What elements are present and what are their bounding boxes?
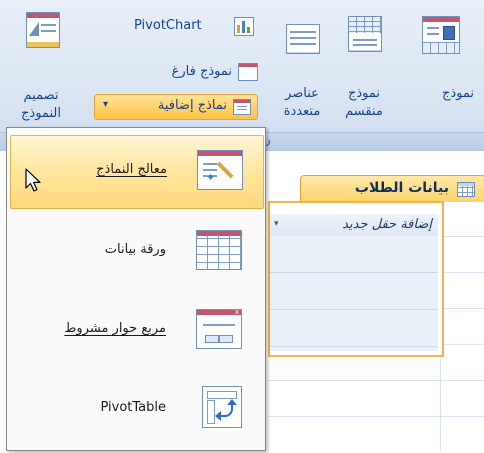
form-wizard-icon: ✦	[197, 150, 243, 190]
multiple-items-label-1: عناصر	[285, 86, 319, 101]
menu-item-label: PivotTable	[100, 400, 166, 415]
blank-form-label: نموذج فارغ	[171, 64, 232, 79]
modal-dialog-icon: x	[196, 309, 242, 349]
split-form-icon	[348, 16, 382, 52]
more-forms-menu: معالج النماذج ✦ ورقة بيانات مربع حوار مش…	[6, 127, 266, 451]
form-design-label-2: النموذج	[21, 106, 61, 121]
multiple-items-label-2: متعددة	[283, 104, 321, 119]
split-form-label-2: منقسم	[345, 104, 383, 119]
blank-form-button[interactable]: نموذج فارغ	[134, 62, 260, 82]
add-field-header-label: إضافة حقل جديد	[342, 217, 432, 232]
document-tab[interactable]: بيانات الطلاب	[300, 175, 484, 202]
form-design-button[interactable]: تصميم النموذج	[18, 6, 64, 130]
form-design-icon	[26, 12, 60, 48]
form-icon	[422, 16, 460, 54]
document-tab-title: بيانات الطلاب	[354, 180, 449, 196]
split-form-label-1: نموذج	[347, 86, 381, 101]
column-dropdown-icon[interactable]: ▾	[274, 219, 279, 229]
datasheet-icon	[196, 230, 242, 270]
pivotchart-label: PivotChart	[134, 18, 202, 33]
more-forms-icon	[233, 99, 251, 115]
split-form-button[interactable]: نموذج منقسم	[336, 6, 392, 130]
mouse-cursor-icon	[25, 168, 41, 192]
menu-item-label: ورقة بيانات	[104, 242, 166, 257]
form-button[interactable]: نموذج	[408, 6, 480, 130]
add-field-column-header[interactable]: ▾ إضافة حقل جديد	[270, 214, 438, 237]
more-forms-label: نماذج إضافية	[157, 98, 227, 113]
menu-item-form-wizard[interactable]: معالج النماذج ✦	[10, 135, 264, 209]
menu-item-datasheet[interactable]: ورقة بيانات	[10, 214, 262, 286]
table-icon	[457, 182, 475, 197]
multiple-items-icon	[286, 24, 320, 54]
pivottable-icon	[202, 386, 242, 428]
chevron-down-icon: ▾	[103, 99, 109, 110]
menu-item-modal-dialog[interactable]: مربع حوار مشروط x	[10, 293, 262, 365]
menu-item-label: معالج النماذج	[96, 162, 167, 177]
menu-item-label: مربع حوار مشروط	[64, 321, 166, 336]
datasheet-rows[interactable]	[270, 236, 438, 351]
blank-form-icon	[238, 63, 258, 81]
pivotchart-button[interactable]: PivotChart	[134, 16, 260, 36]
pivotchart-icon	[234, 17, 254, 36]
form-design-label-1: تصميم	[23, 88, 59, 103]
menu-item-pivottable[interactable]: PivotTable	[10, 372, 262, 444]
form-label: نموذج	[441, 86, 474, 101]
more-forms-button[interactable]: ▾ نماذج إضافية	[94, 94, 258, 120]
multiple-items-button[interactable]: عناصر متعددة	[274, 6, 330, 130]
